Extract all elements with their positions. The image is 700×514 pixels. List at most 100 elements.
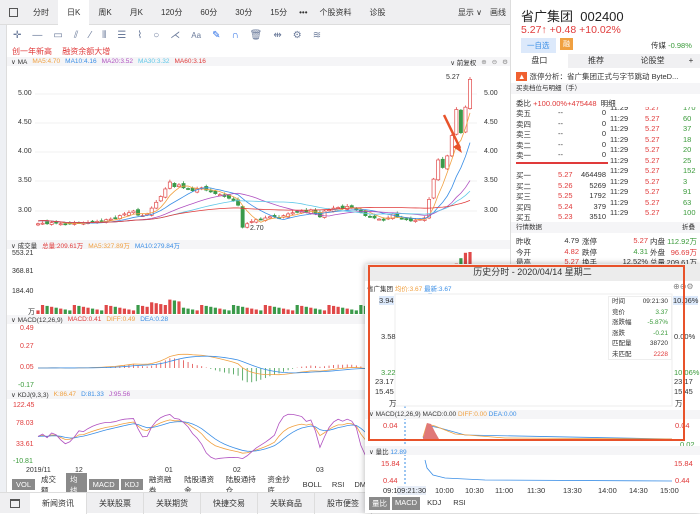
bid-row[interactable]: 买五 5.23 3510 [516, 212, 606, 223]
quote-label: 内盘 [650, 237, 665, 246]
kdj-toggle[interactable]: ∨ KDJ(9,3,3) [11, 391, 49, 399]
popup-diff: DIFF:0.00 [457, 411, 487, 418]
popup-tab-lb[interactable]: 量比 [369, 497, 390, 510]
ask-row[interactable]: 卖四 -- 0 [516, 119, 606, 130]
add-watchlist-button[interactable]: 一自选 [521, 38, 556, 53]
ind-tab-boll[interactable]: BOLL [299, 479, 326, 490]
ind-tab-macd[interactable]: MACD [88, 479, 119, 490]
volume-bar [145, 306, 149, 314]
trade-detail-row: 11:29 5.27 63 [608, 198, 700, 209]
ask-row[interactable]: 卖一 -- 0 [516, 150, 606, 161]
trade-detail-row: 11:29 5.27 91 [608, 187, 700, 198]
price-axis-label-right: 3.50 [484, 177, 498, 184]
time-label: 09:21:30 [397, 486, 427, 495]
trade-price: 5.27 [645, 113, 660, 123]
tooltip-value: 09:21:30 [642, 298, 668, 305]
axis-vol-high-right: 23.17 [674, 377, 693, 386]
tab-related-stocks[interactable]: 关联股票 [87, 492, 144, 514]
popup-macd-toggle[interactable]: ∨ MACD(12,26,9) [369, 411, 421, 418]
macd-axis-label: 0.05 [20, 364, 34, 371]
quote-title: 行情数据 [516, 224, 542, 231]
stock-code: 002400 [580, 9, 624, 24]
tab-quick-trade[interactable]: 快捷交易 [201, 492, 258, 514]
trade-volume: 60 [683, 113, 692, 123]
ask-row[interactable]: 卖二 -- 0 [516, 140, 606, 151]
tab-order-book[interactable]: 盘口 [511, 54, 568, 68]
fold-button[interactable]: 折叠 [682, 222, 695, 233]
limit-up-news[interactable]: ▲ 涨停分析：省广集团正式与字节跳动 ByteD... [516, 71, 698, 82]
volume-bar [122, 308, 126, 314]
tooltip-row: 未匹配 2228 [609, 350, 671, 361]
tooltip-label: 竞价 [612, 308, 625, 316]
volume-ma5: MA5:327.89万 [88, 242, 130, 250]
bid-price: 5.26 [558, 180, 573, 190]
ask-row[interactable]: 卖五 -- 0 [516, 108, 606, 119]
trade-volume: 152 [683, 166, 696, 175]
tooltip-row: 时间 09:21:30 [609, 297, 671, 308]
tab-recommend[interactable]: 推荐 [568, 54, 625, 68]
bid-price: 5.27 [558, 170, 573, 179]
tooltip-label: 时间 [612, 298, 625, 305]
tab-news[interactable]: 新闻资讯 [30, 492, 87, 514]
volume-bar [172, 300, 177, 314]
ask-label: 卖三 [516, 130, 531, 139]
tooltip-value: 2228 [653, 350, 668, 358]
ask-label: 卖四 [516, 119, 531, 129]
popup-tab-macd[interactable]: MACD [392, 497, 421, 510]
volume-toggle[interactable]: ∨ 成交量 [11, 240, 37, 250]
candle-body [40, 222, 45, 225]
volume-ratio-line [424, 459, 673, 482]
axis-vol-high: 23.17 [375, 377, 394, 386]
candle-body [181, 183, 186, 189]
quote-value: 112.92万 [667, 237, 697, 246]
bid-row[interactable]: 买一 5.27 464498 [516, 170, 606, 181]
ask-row[interactable]: 卖三 -- 0 [516, 129, 606, 140]
tab-related-commodities[interactable]: 关联商品 [258, 492, 315, 514]
axis-pct-low: 10.06% [674, 368, 700, 377]
macd-toggle[interactable]: ∨ MACD(12,26,9) [11, 316, 63, 324]
ind-tab-rsi[interactable]: RSI [328, 479, 349, 490]
tooltip-value: -5.87% [647, 319, 668, 326]
trade-detail-row: 11:29 5.27 18 [608, 135, 700, 146]
volume-bar [336, 306, 340, 314]
price-axis-label: 3.50 [18, 177, 32, 184]
bid-row[interactable]: 买四 5.24 379 [516, 202, 606, 213]
candle-body [440, 158, 445, 168]
volume-bar [68, 310, 72, 314]
candle-body [231, 198, 236, 201]
volume-bar [191, 309, 195, 314]
time-label: 09:1 [383, 486, 398, 495]
low-price-marker: 2.70 [250, 225, 264, 232]
volume-bar [213, 307, 217, 314]
tab-notes[interactable]: 股市便签 [315, 492, 372, 514]
tab-related-futures[interactable]: 关联期货 [144, 492, 201, 514]
candle-body [322, 210, 327, 218]
trade-time: 11:29 [610, 197, 629, 207]
volume-bar [200, 305, 204, 314]
axis-price-high: 3.94 [379, 296, 394, 305]
volume-bar [241, 306, 245, 314]
price-axis-label-right: 5.00 [484, 90, 498, 97]
volume-bar [86, 307, 90, 314]
ind-tab-kdj[interactable]: KDJ [120, 479, 143, 490]
tab-forum[interactable]: 论股堂 [624, 54, 681, 68]
macd-axis-label: -0.17 [18, 382, 34, 389]
volume-bar [236, 305, 240, 314]
orderbook-title: 买卖档位与明细（手） [516, 85, 581, 92]
volume-bar [218, 308, 222, 314]
calendar-icon[interactable] [10, 498, 20, 508]
volume-total: 总量:209.61万 [42, 242, 84, 250]
bid-row[interactable]: 买二 5.26 5269 [516, 181, 606, 192]
history-intraday-window: 历史分时 - 2020/04/14 星期二 省广集团 均价:3.67 最新:3.… [365, 264, 700, 513]
popup-lb-toggle[interactable]: ∨ 量比 [369, 449, 389, 456]
add-tab-button[interactable]: + [681, 54, 700, 68]
ratio-value: +100.00%+475448 [533, 99, 597, 108]
candle-body [290, 212, 295, 215]
ind-tab-vol[interactable]: VOL [12, 479, 36, 490]
popup-tab-kdj[interactable]: KDJ [422, 497, 446, 510]
popup-tab-rsi[interactable]: RSI [448, 497, 471, 510]
sector-info[interactable]: 传媒 -0.98% [651, 40, 692, 51]
trade-price: 5.27 [645, 103, 660, 112]
tooltip-label: 未匹配 [612, 350, 632, 358]
bid-row[interactable]: 买三 5.25 1792 [516, 191, 606, 202]
